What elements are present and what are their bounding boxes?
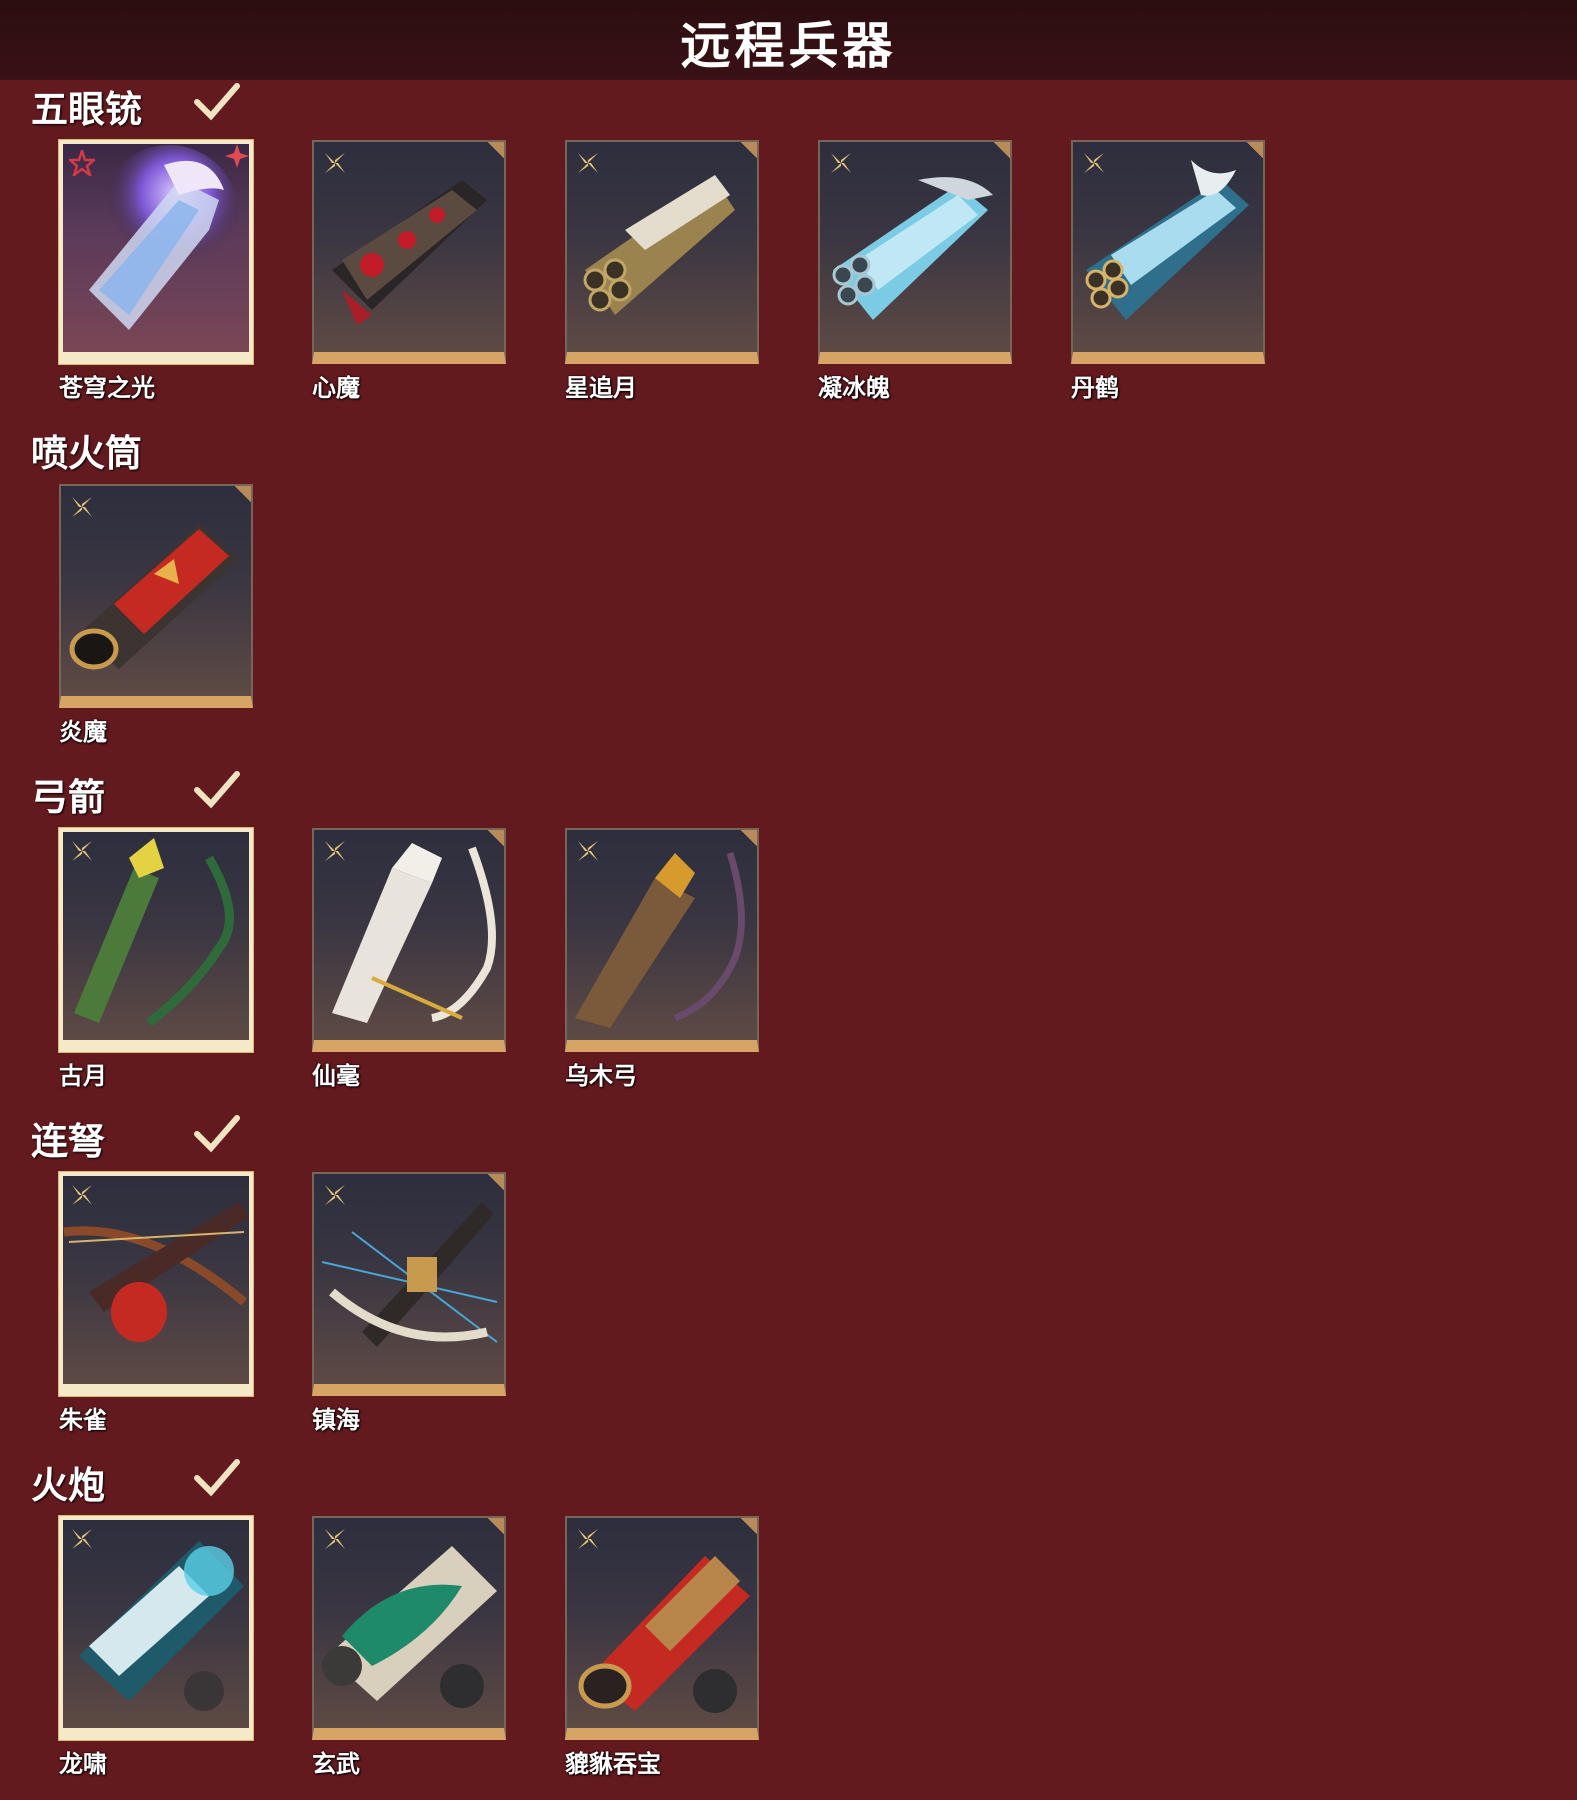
section-title: 弓箭 <box>31 776 105 819</box>
red-star-icon <box>69 150 95 176</box>
gold-shuriken-icon <box>72 841 92 861</box>
weapon-name: 凝冰魄 <box>818 374 890 402</box>
weapon-name: 苍穹之光 <box>59 374 155 402</box>
gold-shuriken-icon <box>578 841 598 861</box>
gold-shuriken-icon <box>72 497 92 517</box>
weapon-name: 龙啸 <box>59 1750 107 1778</box>
weapon-name: 朱雀 <box>59 1406 107 1434</box>
gold-shuriken-icon <box>1084 153 1104 173</box>
corner-notch <box>233 486 251 504</box>
corner-notch <box>486 1518 504 1536</box>
gold-shuriken-icon <box>578 153 598 173</box>
section-title: 连弩 <box>31 1120 105 1163</box>
section-title: 火炮 <box>31 1464 105 1507</box>
page-header: 远程兵器 <box>0 0 1577 80</box>
check-icon <box>194 83 240 121</box>
weapon-name: 炎魔 <box>59 718 107 746</box>
corner-notch <box>739 830 757 848</box>
weapon-name: 乌木弓 <box>565 1062 637 1090</box>
corner-notch <box>486 830 504 848</box>
weapon-name: 星追月 <box>565 374 637 402</box>
gold-shuriken-icon <box>325 1185 345 1205</box>
weapon-name: 仙毫 <box>312 1062 360 1090</box>
gold-shuriken-icon <box>578 1529 598 1549</box>
check-icon <box>194 1115 240 1153</box>
gold-shuriken-icon <box>72 1185 92 1205</box>
gold-shuriken-icon <box>325 841 345 861</box>
corner-notch <box>1245 142 1263 160</box>
gold-shuriken-icon <box>325 153 345 173</box>
weapon-name: 玄武 <box>312 1750 360 1778</box>
section-title: 五眼铳 <box>31 88 142 131</box>
corner-notch <box>992 142 1010 160</box>
weapon-name: 镇海 <box>312 1406 360 1434</box>
weapon-name: 丹鹤 <box>1071 374 1119 402</box>
weapon-gallery-page: 远程兵器 五眼铳 苍穹之光 心魔 星追月 凝冰魄 丹鹤 喷火筒 炎魔 弓箭 古月… <box>0 0 1577 1800</box>
corner-notch <box>486 142 504 160</box>
weapon-name: 心魔 <box>312 374 360 402</box>
check-icon <box>194 1459 240 1497</box>
weapon-name: 貔貅吞宝 <box>565 1750 661 1778</box>
corner-notch <box>739 1518 757 1536</box>
section-title: 喷火筒 <box>31 432 142 475</box>
red-flower-icon <box>225 144 249 168</box>
check-icon <box>194 771 240 809</box>
corner-notch <box>739 142 757 160</box>
corner-notch <box>486 1174 504 1192</box>
gold-shuriken-icon <box>325 1529 345 1549</box>
gold-shuriken-icon <box>72 1529 92 1549</box>
page-title: 远程兵器 <box>680 17 897 75</box>
weapon-name: 古月 <box>59 1062 107 1090</box>
gold-shuriken-icon <box>831 153 851 173</box>
